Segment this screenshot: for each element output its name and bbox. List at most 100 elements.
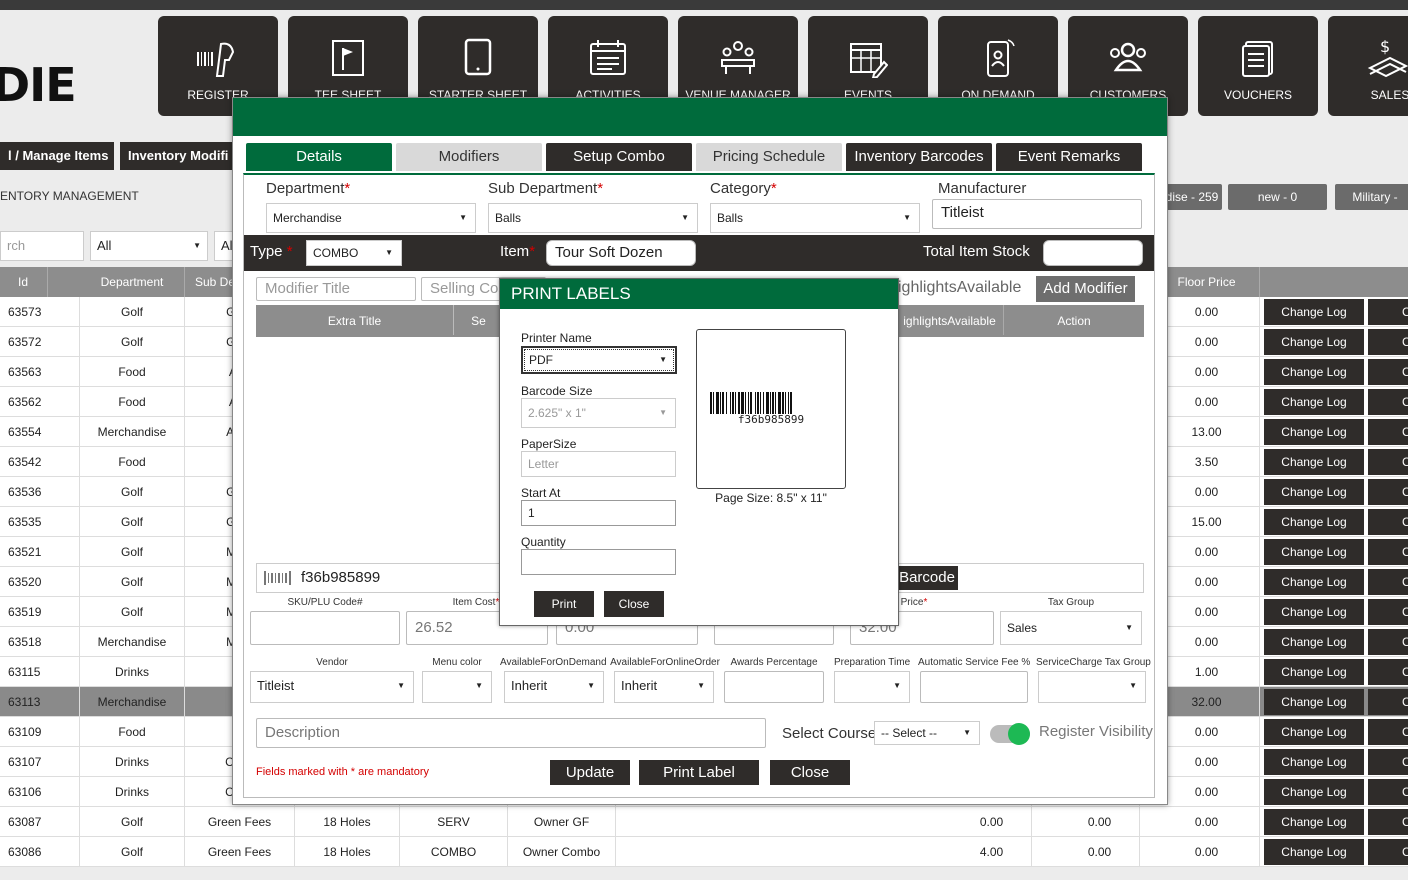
description-input[interactable]: Description [256, 718, 766, 748]
change-log-button[interactable]: Change Log [1264, 809, 1364, 835]
filter-select[interactable]: All ▼ [90, 231, 208, 261]
row-action-button[interactable]: C [1368, 839, 1408, 865]
tab-details[interactable]: Details [246, 143, 392, 171]
column-header[interactable]: Floor Price [1154, 267, 1260, 297]
table-cell: Drinks [80, 657, 185, 687]
row-action-button[interactable]: C [1368, 629, 1408, 655]
column-header[interactable]: Action [1004, 305, 1144, 335]
tab-setup-combo[interactable]: Setup Combo [546, 143, 692, 171]
tab-event-remarks[interactable]: Event Remarks [996, 143, 1142, 171]
table-row[interactable]: 63087 Golf Green Fees 18 Holes SERV Owner GF 0… [0, 807, 1408, 837]
sku-input[interactable] [250, 611, 400, 645]
subdept-select[interactable]: Balls ▼ [488, 203, 698, 233]
manufacturer-label: Manufacturer [938, 180, 1027, 197]
department-select[interactable]: Merchandise ▼ [266, 203, 476, 233]
row-action-button[interactable]: C [1368, 599, 1408, 625]
filter-pill[interactable]: new - 0 [1228, 184, 1327, 210]
change-log-button[interactable]: Change Log [1264, 389, 1364, 415]
prep-select[interactable]: ▼ [834, 671, 910, 703]
change-log-button[interactable]: Change Log [1264, 479, 1364, 505]
autofee-input[interactable] [920, 671, 1028, 703]
filter-pill[interactable]: Military - [1335, 184, 1408, 210]
row-action-button[interactable]: C [1368, 419, 1408, 445]
row-action-button[interactable]: C [1368, 809, 1408, 835]
change-log-button[interactable]: Change Log [1264, 449, 1364, 475]
barcode-size-select[interactable]: 2.625" x 1" ▼ [521, 398, 676, 428]
change-log-button[interactable]: Change Log [1264, 719, 1364, 745]
update-button[interactable]: Update [550, 760, 630, 785]
print-label-button[interactable]: Print Label [639, 760, 759, 785]
column-header[interactable]: Sub De [185, 267, 235, 297]
row-action-button[interactable]: C [1368, 779, 1408, 805]
row-action-button[interactable]: C [1368, 329, 1408, 355]
change-log-button[interactable]: Change Log [1264, 749, 1364, 775]
vendor-select[interactable]: Titleist ▼ [250, 671, 414, 703]
tab-inventory-modifiers[interactable]: Inventory Modifi [120, 142, 240, 170]
avail-demand-select[interactable]: Inherit ▼ [504, 671, 604, 703]
row-action-button[interactable]: C [1368, 299, 1408, 325]
filter-pill[interactable]: dise - 259 [1162, 184, 1222, 210]
change-log-button[interactable]: Change Log [1264, 539, 1364, 565]
column-header[interactable]: ighlightsAvailable [896, 305, 1004, 335]
stock-input[interactable] [1043, 240, 1143, 266]
close-button[interactable]: Close [770, 760, 850, 785]
add-modifier-button[interactable]: Add Modifier [1036, 276, 1135, 302]
chevron-down-icon: ▼ [193, 241, 201, 250]
row-action-button[interactable]: C [1368, 569, 1408, 595]
paper-size-input[interactable]: Letter [521, 451, 676, 477]
change-log-button[interactable]: Change Log [1264, 329, 1364, 355]
column-header[interactable]: Se [454, 305, 504, 335]
table-row[interactable]: 63086 Golf Green Fees 18 Holes COMBO Owner Co… [0, 837, 1408, 867]
change-log-button[interactable]: Change Log [1264, 299, 1364, 325]
course-select[interactable]: -- Select -- ▼ [874, 721, 980, 745]
nav-sales[interactable]: $ SALES [1328, 16, 1408, 116]
row-action-button[interactable]: C [1368, 509, 1408, 535]
item-input[interactable]: Tour Soft Dozen [546, 240, 696, 266]
print-button[interactable]: Print [534, 591, 594, 617]
row-action-button[interactable]: C [1368, 449, 1408, 475]
start-at-input[interactable]: 1 [521, 500, 676, 526]
column-header[interactable]: Extra Title [256, 305, 454, 335]
menucolor-select[interactable]: ▼ [422, 671, 492, 703]
quantity-input[interactable] [521, 549, 676, 575]
category-select[interactable]: Balls ▼ [710, 203, 920, 233]
modifier-title-input[interactable]: Modifier Title [256, 277, 416, 301]
change-log-button[interactable]: Change Log [1264, 689, 1364, 715]
tab-manage-items[interactable]: l / Manage Items [0, 142, 114, 170]
change-log-button[interactable]: Change Log [1264, 779, 1364, 805]
type-select[interactable]: COMBO ▼ [306, 240, 402, 266]
change-log-button[interactable]: Change Log [1264, 509, 1364, 535]
column-header[interactable]: Id [0, 267, 48, 297]
change-log-button[interactable]: Change Log [1264, 419, 1364, 445]
awards-input[interactable] [724, 671, 824, 703]
change-log-button[interactable]: Change Log [1264, 569, 1364, 595]
tab-pricing-schedule[interactable]: Pricing Schedule [696, 143, 842, 171]
row-action-button[interactable]: C [1368, 539, 1408, 565]
row-action-button[interactable]: C [1368, 689, 1408, 715]
column-header[interactable]: Department [80, 267, 185, 297]
search-input[interactable]: rch [0, 231, 84, 261]
row-action-button[interactable]: C [1368, 749, 1408, 775]
printer-select[interactable]: PDF ▼ [521, 346, 677, 374]
change-log-button[interactable]: Change Log [1264, 839, 1364, 865]
row-action-button[interactable]: C [1368, 659, 1408, 685]
sctax-select[interactable]: ▼ [1038, 671, 1146, 703]
register-visibility-toggle[interactable] [990, 723, 1030, 745]
avail-online-select[interactable]: Inherit ▼ [614, 671, 714, 703]
change-log-button[interactable]: Change Log [1264, 659, 1364, 685]
print-close-button[interactable]: Close [604, 591, 664, 617]
manufacturer-input[interactable]: Titleist [932, 199, 1142, 229]
row-action-button[interactable]: C [1368, 389, 1408, 415]
row-action-button[interactable]: C [1368, 479, 1408, 505]
taxgroup-select[interactable]: Sales ▼ [1000, 611, 1142, 645]
change-log-button[interactable]: Change Log [1264, 629, 1364, 655]
tab-inventory-barcodes[interactable]: Inventory Barcodes [846, 143, 992, 171]
change-log-button[interactable]: Change Log [1264, 359, 1364, 385]
change-log-button[interactable]: Change Log [1264, 599, 1364, 625]
row-action-button[interactable]: C [1368, 719, 1408, 745]
row-action-button[interactable]: C [1368, 359, 1408, 385]
sales-icon: $ [1367, 38, 1408, 78]
nav-vouchers[interactable]: VOUCHERS [1198, 16, 1318, 116]
tab-modifiers[interactable]: Modifiers [396, 143, 542, 171]
barcode-button[interactable]: Barcode [896, 566, 958, 590]
